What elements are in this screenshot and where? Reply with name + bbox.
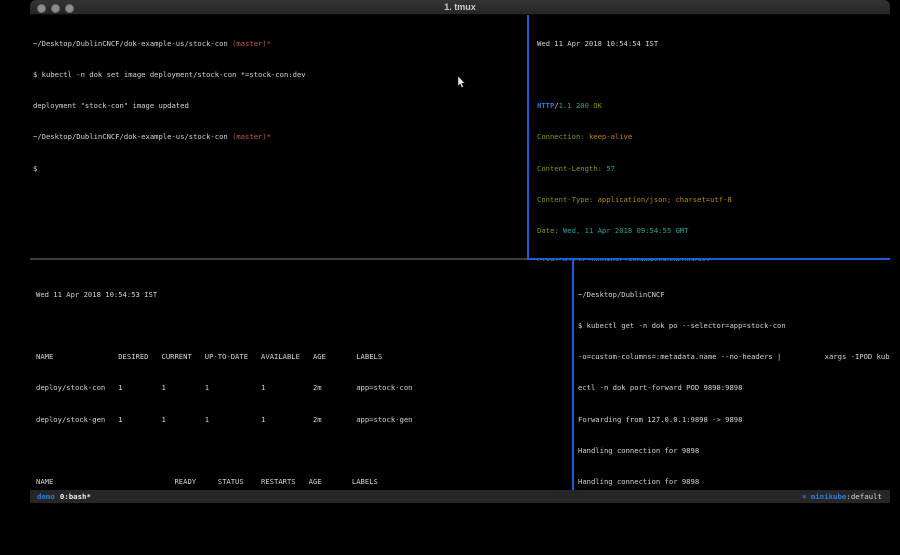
header-name: Content-Type:: [537, 195, 598, 204]
pane-divider-vertical-top[interactable]: [527, 15, 529, 259]
header-name: Connection:: [537, 132, 589, 141]
terminal-line: Forwarding from 127.0.0.1:9898 -> 9898: [578, 415, 890, 425]
terminal-line: ectl -n dok port-forward POD 9898:9898: [578, 383, 890, 393]
pane-divider-horizontal-inactive[interactable]: [30, 258, 527, 260]
http-status-line: HTTP/1.1 200 OK: [537, 101, 890, 111]
header-value: 57: [606, 164, 615, 173]
table-header: NAME DESIRED CURRENT UP-TO-DATE AVAILABL…: [36, 352, 578, 362]
prompt-path: ~/Desktop/DublinCNCF/dok-example-us/stoc…: [33, 132, 232, 141]
zoom-button[interactable]: [65, 4, 74, 13]
header-value: Wed, 11 Apr 2018 09:54:55 GMT: [563, 226, 689, 235]
terminal-line: $ kubectl get -n dok po --selector=app=s…: [578, 321, 890, 331]
pane-top-left-shell[interactable]: ~/Desktop/DublinCNCF/dok-example-us/stoc…: [30, 15, 530, 261]
blank-line: [36, 446, 578, 456]
helm-wheel-icon: ⎈: [802, 492, 811, 501]
terminal-line: $: [33, 164, 530, 174]
http-version-code: 1.1 200: [559, 101, 594, 110]
kube-status: ⎈ minikube:default: [802, 492, 882, 501]
tmux-session-name: demo: [37, 492, 55, 501]
http-header: Content-Type: application/json; charset=…: [537, 195, 890, 205]
git-dirty-flag: *: [267, 39, 271, 48]
pane-top-right-http[interactable]: Wed 11 Apr 2018 10:54:54 IST HTTP/1.1 20…: [531, 15, 890, 261]
timestamp: Wed 11 Apr 2018 10:54:54 IST: [537, 39, 890, 49]
mouse-pointer-icon: [457, 76, 466, 89]
pane-bottom-left-kubectl-get[interactable]: Wed 11 Apr 2018 10:54:53 IST NAME DESIRE…: [30, 261, 578, 498]
terminal-line: -o=custom-columns=:metadata.name --no-he…: [578, 352, 890, 362]
header-value: keep-alive: [589, 132, 632, 141]
prompt-path: ~/Desktop/DublinCNCF: [578, 290, 890, 300]
pane-divider-horizontal-active[interactable]: [527, 258, 890, 260]
http-keyword: HTTP: [537, 101, 554, 110]
kube-namespace: :default: [846, 492, 882, 501]
terminal-line: Handling connection for 9898: [578, 477, 890, 487]
tmux-status-bar: demo 0:bash* ⎈ minikube:default: [30, 490, 890, 503]
header-name: Content-Length:: [537, 164, 606, 173]
minimize-button[interactable]: [51, 4, 60, 13]
table-row: deploy/stock-gen 1 1 1 1 2m app=stock-ge…: [36, 415, 578, 425]
blank-line: [36, 321, 578, 331]
window-title: 1. tmux: [30, 0, 890, 14]
http-header: Connection: keep-alive: [537, 132, 890, 142]
git-branch: (master): [232, 39, 267, 48]
table-row: deploy/stock-con 1 1 1 1 2m app=stock-co…: [36, 383, 578, 393]
kube-context: minikube: [811, 492, 847, 501]
terminal-line: ~/Desktop/DublinCNCF/dok-example-us/stoc…: [33, 39, 530, 49]
window-titlebar[interactable]: 1. tmux: [30, 0, 890, 15]
git-dirty-flag: *: [267, 132, 271, 141]
close-button[interactable]: [37, 4, 46, 13]
prompt-path: ~/Desktop/DublinCNCF/dok-example-us/stoc…: [33, 39, 232, 48]
header-name: Date:: [537, 226, 563, 235]
tmux-window-name[interactable]: 0:bash*: [60, 492, 91, 501]
blank-line: [537, 70, 890, 80]
table-header: NAME READY STATUS RESTARTS AGE LABELS: [36, 477, 578, 487]
header-value: application/json; charset=utf-8: [598, 195, 732, 204]
terminal-line: ~/Desktop/DublinCNCF/dok-example-us/stoc…: [33, 132, 530, 142]
timestamp: Wed 11 Apr 2018 10:54:53 IST: [36, 290, 578, 300]
pane-bottom-right-port-forward[interactable]: ~/Desktop/DublinCNCF $ kubectl get -n do…: [575, 261, 890, 498]
pane-divider-vertical-bottom[interactable]: [572, 260, 574, 490]
http-header: Date: Wed, 11 Apr 2018 09:54:55 GMT: [537, 226, 890, 236]
http-header: Content-Length: 57: [537, 164, 890, 174]
traffic-lights: [37, 4, 74, 13]
terminal-line: $ kubectl -n dok set image deployment/st…: [33, 70, 530, 80]
git-branch: (master): [232, 132, 267, 141]
http-reason: OK: [593, 101, 602, 110]
terminal-line: Handling connection for 9898: [578, 446, 890, 456]
terminal-line: deployment "stock-con" image updated: [33, 101, 530, 111]
